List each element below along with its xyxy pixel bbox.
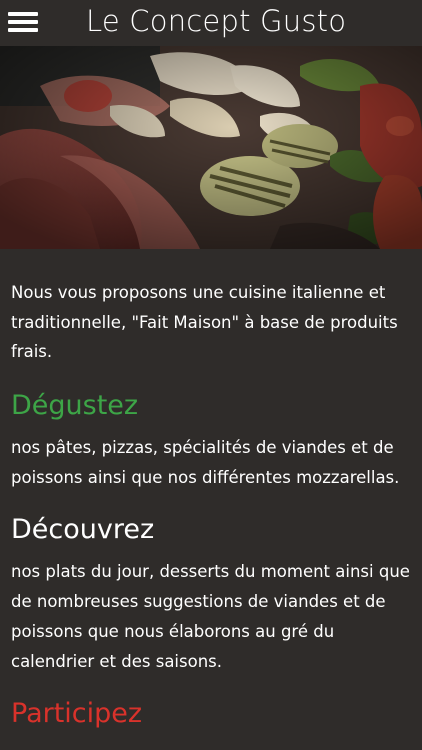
- section-text-decouvrez: nos plats du jour, desserts du moment ai…: [11, 561, 410, 671]
- main-content: Nous vous proposons une cuisine italienn…: [11, 278, 415, 741]
- section-heading-decouvrez: Découvrez: [11, 513, 155, 545]
- section-heading-participez: Participez: [11, 697, 143, 729]
- app-title: Le Concept Gusto: [86, 4, 347, 38]
- hero-image: [0, 46, 422, 249]
- hamburger-menu-icon[interactable]: [8, 10, 38, 34]
- intro-text: Nous vous proposons une cuisine italienn…: [11, 283, 398, 361]
- app-header: Le Concept Gusto: [0, 0, 422, 46]
- section-text-degustez: nos pâtes, pizzas, spécialités de viande…: [11, 437, 400, 487]
- section-heading-degustez: Dégustez: [11, 389, 139, 421]
